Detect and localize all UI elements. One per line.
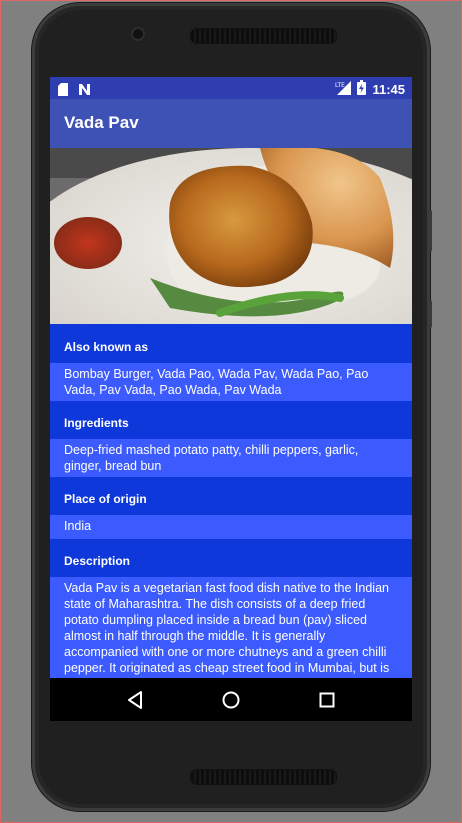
- section-body-ingredients: Deep-fried mashed potato patty, chilli p…: [50, 439, 412, 477]
- recents-icon: [319, 692, 335, 707]
- n-notification-icon: [78, 81, 91, 100]
- battery-icon: [357, 80, 367, 99]
- volume-button: [428, 210, 432, 252]
- lte-label: LTE: [335, 82, 345, 89]
- hero-image: [50, 148, 412, 324]
- front-camera: [133, 29, 143, 39]
- back-icon: [128, 690, 142, 709]
- section-title-place-of-origin: Place of origin: [50, 477, 412, 515]
- section-title-description: Description: [50, 539, 412, 577]
- detail-content: Also known as Bombay Burger, Vada Pao, W…: [50, 324, 412, 678]
- navigation-bar: [50, 678, 412, 721]
- home-icon: [222, 691, 240, 708]
- section-title-ingredients: Ingredients: [50, 401, 412, 439]
- section-body-description: Vada Pav is a vegetarian fast food dish …: [50, 577, 412, 678]
- power-button: [428, 300, 432, 328]
- bottom-speaker: [190, 769, 337, 785]
- top-speaker: [190, 28, 337, 44]
- lte-signal-icon: LTE: [335, 80, 352, 99]
- vada-pav-photo: [50, 148, 412, 324]
- section-body-place-of-origin: India: [50, 515, 412, 539]
- section-body-also-known-as: Bombay Burger, Vada Pao, Wada Pav, Wada …: [50, 363, 412, 401]
- chutney-powder: [54, 217, 122, 269]
- section-title-also-known-as: Also known as: [50, 324, 412, 363]
- app-screen: LTE 11:45 Vada Pav Also known as Bombay …: [50, 77, 412, 721]
- status-bar: LTE 11:45: [50, 77, 412, 99]
- status-time: 11:45: [372, 82, 405, 97]
- home-button[interactable]: [216, 685, 246, 715]
- recents-button[interactable]: [312, 685, 342, 715]
- sd-card-icon: [58, 81, 68, 100]
- page-title: Vada Pav: [64, 113, 139, 132]
- app-toolbar: Vada Pav: [50, 99, 412, 148]
- back-button[interactable]: [120, 685, 150, 715]
